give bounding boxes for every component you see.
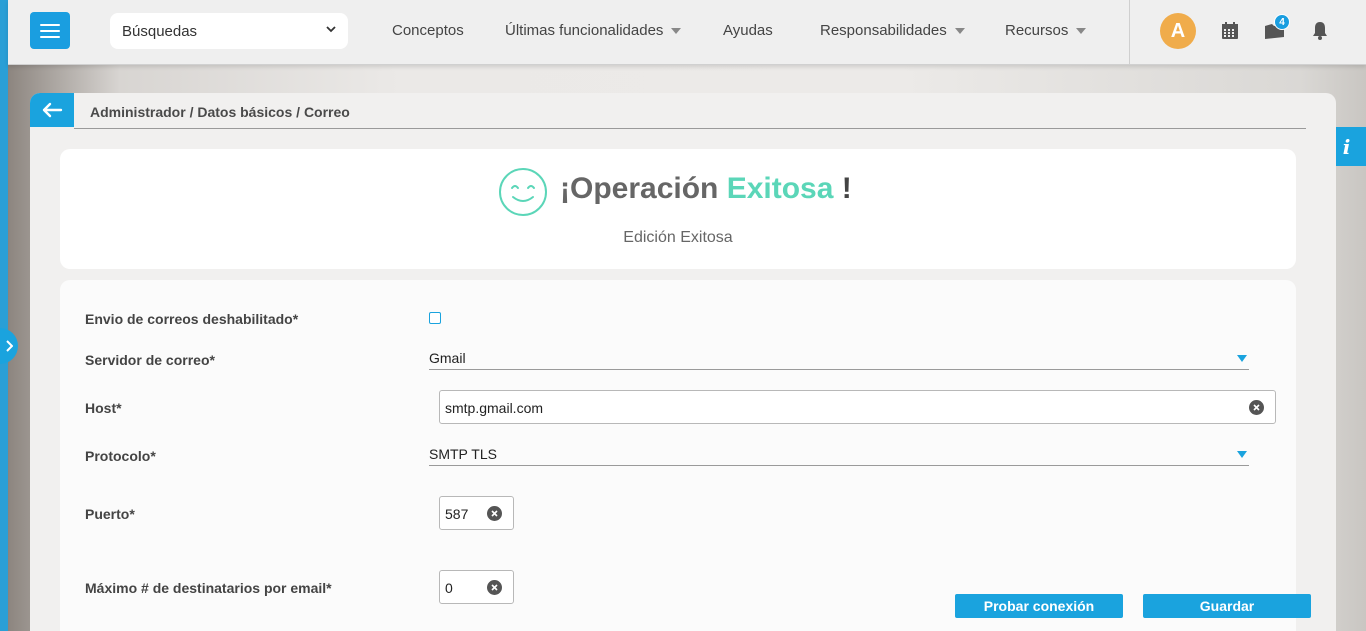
protocol-label: Protocolo* (85, 448, 156, 464)
success-title-accent: Exitosa (726, 172, 834, 205)
host-input[interactable]: smtp.gmail.com (439, 390, 1276, 424)
server-value: Gmail (429, 350, 466, 366)
disabled-checkbox[interactable] (429, 312, 441, 324)
notifications-badge: 4 (1274, 14, 1290, 30)
nav-label: Últimas funcionalidades (505, 22, 664, 39)
avatar[interactable]: A (1160, 13, 1196, 49)
host-label: Host* (85, 400, 122, 416)
menu-button[interactable] (30, 12, 70, 49)
topbar-divider (1129, 0, 1130, 65)
success-card (60, 149, 1296, 269)
port-value: 587 (445, 506, 469, 522)
port-label: Puerto* (85, 506, 135, 522)
nav-conceptos[interactable]: Conceptos (392, 22, 464, 39)
breadcrumb-divider (74, 128, 1306, 129)
caret-down-icon (1076, 27, 1087, 34)
chevron-right-icon (6, 340, 13, 352)
disabled-label: Envio de correos deshabilitado* (85, 311, 299, 327)
protocol-value: SMTP TLS (429, 446, 497, 462)
host-value: smtp.gmail.com (445, 400, 544, 416)
nav-label: Responsabilidades (820, 22, 947, 39)
caret-down-icon (671, 27, 682, 34)
menu-icon-line (40, 35, 60, 38)
clear-icon[interactable] (1249, 400, 1264, 415)
nav-label: Ayudas (723, 22, 773, 39)
caret-down-icon (1237, 355, 1247, 362)
bell-icon[interactable] (1309, 20, 1331, 42)
search-select-value: Búsquedas (122, 22, 198, 40)
server-label: Servidor de correo* (85, 352, 215, 368)
success-subtitle: Edición Exitosa (623, 229, 733, 246)
caret-down-icon (1237, 451, 1247, 458)
search-select[interactable]: Búsquedas (110, 13, 348, 49)
success-title-prefix: ¡Operación (560, 172, 727, 205)
calendar-icon[interactable] (1219, 20, 1241, 42)
test-connection-button[interactable]: Probar conexión (955, 594, 1123, 618)
success-title: ¡Operación Exitosa ! (560, 172, 852, 206)
badge-count: 4 (1279, 16, 1285, 28)
left-edge-strip (0, 0, 8, 631)
nav-label: Recursos (1005, 22, 1069, 39)
menu-icon-line (40, 29, 60, 32)
clear-icon[interactable] (487, 580, 502, 595)
clear-icon[interactable] (487, 506, 502, 521)
protocol-select[interactable]: SMTP TLS (429, 444, 1249, 466)
menu-icon-line (40, 23, 60, 26)
side-panel-toggle[interactable] (0, 328, 18, 364)
port-input[interactable]: 587 (439, 496, 514, 530)
nav-ayudas[interactable]: Ayudas (723, 22, 773, 39)
chevron-down-icon (326, 26, 336, 33)
max-recipients-label: Máximo # de destinatarios por email* (85, 580, 332, 596)
caret-down-icon (954, 27, 965, 34)
avatar-initial: A (1170, 19, 1186, 42)
server-select[interactable]: Gmail (429, 348, 1249, 370)
max-recipients-input[interactable]: 0 (439, 570, 514, 604)
nav-label: Conceptos (392, 22, 464, 39)
info-icon: i (1342, 134, 1351, 159)
top-bar: Búsquedas Conceptos Últimas funcionalida… (8, 0, 1366, 65)
success-title-suffix: ! (833, 172, 852, 205)
back-button[interactable] (30, 93, 74, 127)
nav-ultimas-funcionalidades[interactable]: Últimas funcionalidades (505, 22, 682, 39)
save-button[interactable]: Guardar (1143, 594, 1311, 618)
nav-recursos[interactable]: Recursos (1005, 22, 1087, 39)
max-recipients-value: 0 (445, 580, 453, 596)
breadcrumb: Administrador / Datos básicos / Correo (90, 104, 350, 120)
arrow-left-icon (42, 102, 63, 118)
smiley-icon (499, 168, 547, 216)
nav-responsabilidades[interactable]: Responsabilidades (820, 22, 965, 39)
